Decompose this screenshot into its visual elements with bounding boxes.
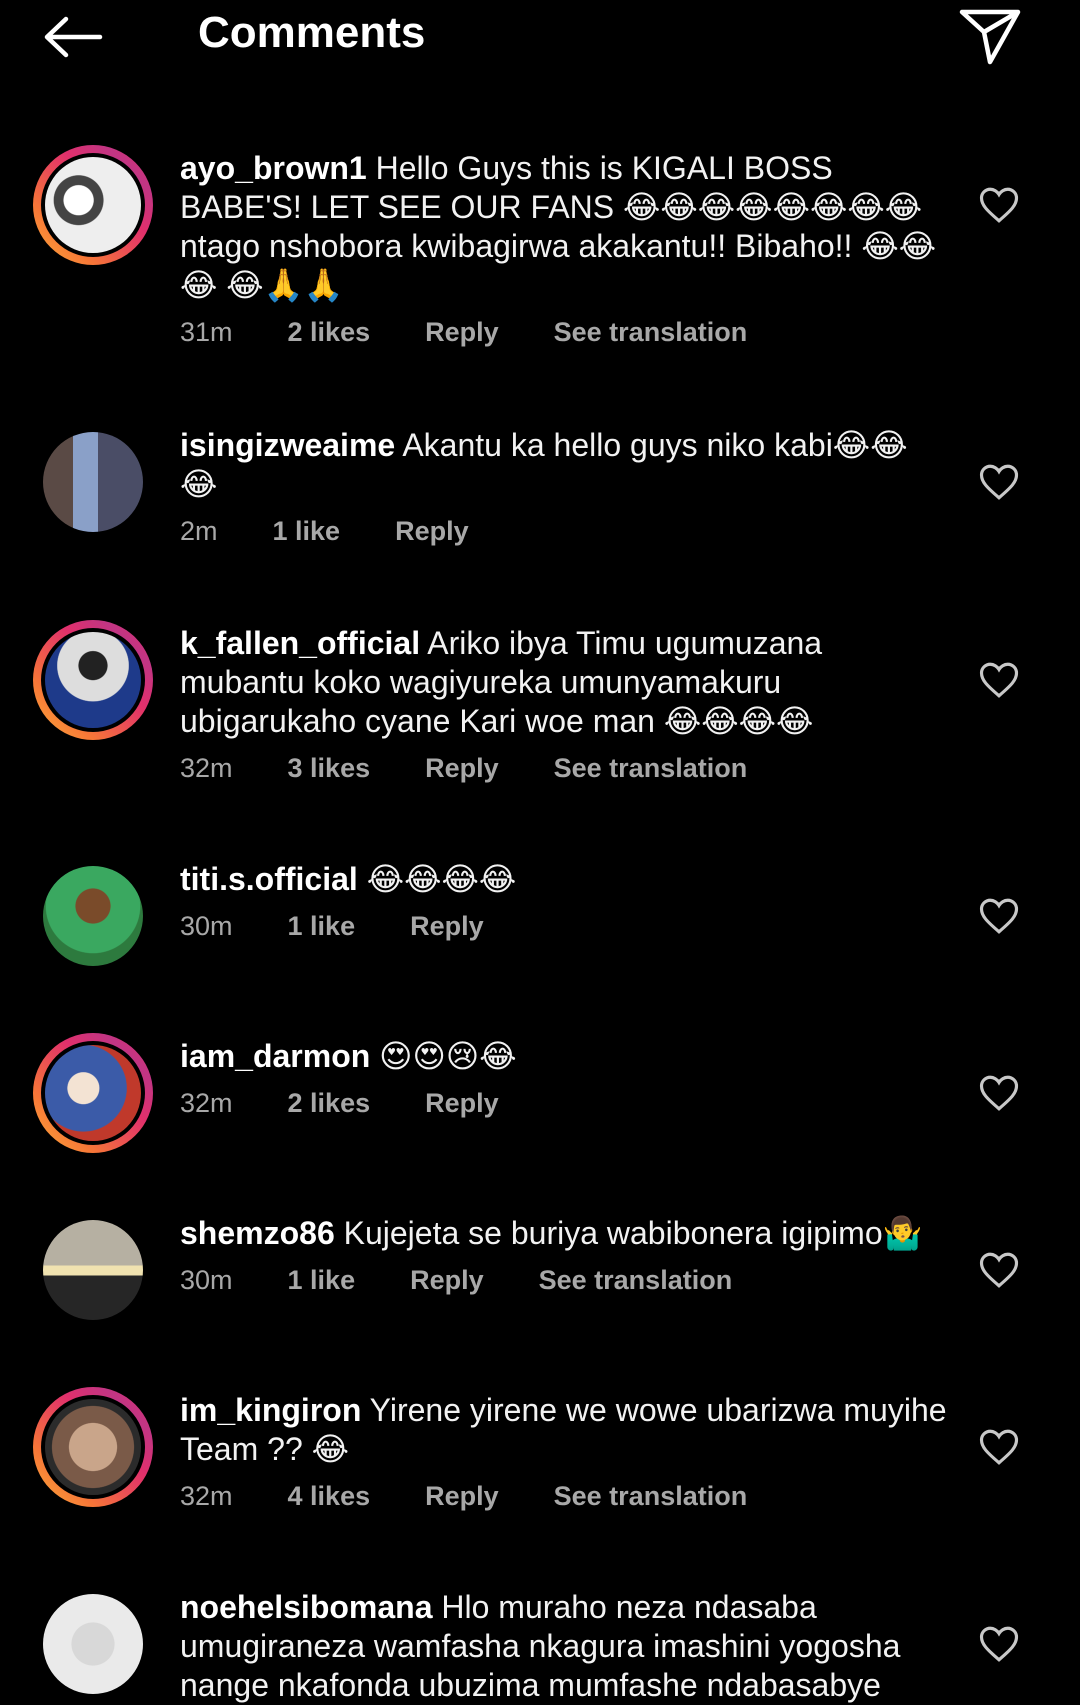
comment-meta: 2m 1 like Reply [180, 516, 950, 547]
page-title: Comments [198, 8, 426, 57]
avatar [43, 1220, 143, 1320]
reply-button[interactable]: Reply [425, 1481, 499, 1512]
comment-username[interactable]: k_fallen_official [180, 625, 420, 661]
see-translation-button[interactable]: See translation [554, 1481, 748, 1512]
heart-icon[interactable] [978, 1624, 1020, 1664]
comment-meta: 32m 3 likes Reply See translation [180, 753, 950, 784]
reply-button[interactable]: Reply [425, 1088, 499, 1119]
comment-username[interactable]: titi.s.official [180, 861, 358, 897]
heart-icon[interactable] [978, 462, 1020, 502]
avatar-story-ring[interactable] [33, 1387, 153, 1507]
reply-button[interactable]: Reply [410, 1265, 484, 1296]
see-translation-button[interactable]: See translation [554, 753, 748, 784]
avatar [45, 1045, 141, 1141]
likes-count[interactable]: 1 like [288, 911, 356, 942]
comment-text: titi.s.official 😂😂😂😂 [180, 861, 517, 897]
heart-icon[interactable] [978, 185, 1020, 225]
avatar-container[interactable] [33, 856, 153, 976]
comment-time: 30m [180, 911, 233, 941]
comment-time: 30m [180, 1265, 233, 1295]
comment-meta: 32m 2 likes Reply [180, 1088, 950, 1119]
reply-button[interactable]: Reply [395, 516, 469, 547]
reply-button[interactable]: Reply [425, 317, 499, 348]
likes-count[interactable]: 2 likes [288, 1088, 371, 1119]
reply-button[interactable]: Reply [425, 753, 499, 784]
avatar [43, 432, 143, 532]
comment-time: 32m [180, 1088, 233, 1118]
comment-time: 31m [180, 317, 233, 347]
avatar-story-ring[interactable] [33, 145, 153, 265]
heart-icon[interactable] [978, 1250, 1020, 1290]
comment-text: isingizweaime Akantu ka hello guys niko … [180, 427, 908, 502]
back-button[interactable] [42, 12, 112, 62]
header-bar: Comments [0, 0, 1080, 90]
avatar-story-ring[interactable] [33, 620, 153, 740]
comment-time: 32m [180, 753, 233, 783]
heart-icon[interactable] [978, 660, 1020, 700]
share-button[interactable] [958, 6, 1022, 66]
comment-username[interactable]: shemzo86 [180, 1215, 335, 1251]
heart-icon[interactable] [978, 1427, 1020, 1467]
avatar-container[interactable] [33, 1584, 153, 1704]
heart-icon[interactable] [978, 896, 1020, 936]
comment-text: ayo_brown1 Hello Guys this is KIGALI BOS… [180, 150, 937, 303]
avatar-story-ring[interactable] [33, 1033, 153, 1153]
avatar-container[interactable] [33, 422, 153, 542]
see-translation-button[interactable]: See translation [539, 1265, 733, 1296]
likes-count[interactable]: 4 likes [288, 1481, 371, 1512]
comment-meta: 31m 2 likes Reply See translation [180, 317, 950, 348]
reply-button[interactable]: Reply [410, 911, 484, 942]
likes-count[interactable]: 3 likes [288, 753, 371, 784]
comment-time: 32m [180, 1481, 233, 1511]
likes-count[interactable]: 2 likes [288, 317, 371, 348]
avatar [45, 157, 141, 253]
comment-text: k_fallen_official Ariko ibya Timu ugumuz… [180, 625, 823, 739]
comment-username[interactable]: ayo_brown1 [180, 150, 367, 186]
avatar [43, 866, 143, 966]
avatar-container[interactable] [33, 1210, 153, 1330]
avatar [45, 1399, 141, 1495]
comment-time: 2m [180, 516, 218, 546]
see-translation-button[interactable]: See translation [554, 317, 748, 348]
heart-icon[interactable] [978, 1073, 1020, 1113]
paper-plane-icon [959, 9, 1021, 65]
avatar [45, 632, 141, 728]
comment-meta: 30m 1 like Reply See translation [180, 1265, 950, 1296]
likes-count[interactable]: 1 like [288, 1265, 356, 1296]
likes-count[interactable]: 1 like [273, 516, 341, 547]
comment-text: noehelsibomana Hlo muraho neza ndasaba u… [180, 1589, 901, 1703]
comment-text: shemzo86 Kujejeta se buriya wabibonera i… [180, 1215, 923, 1251]
comment-username[interactable]: iam_darmon [180, 1038, 370, 1074]
arrow-left-icon [44, 16, 103, 58]
comment-username[interactable]: im_kingiron [180, 1392, 361, 1428]
comment-text: im_kingiron Yirene yirene we wowe ubariz… [180, 1392, 947, 1467]
avatar [43, 1594, 143, 1694]
comment-meta: 32m 4 likes Reply See translation [180, 1481, 950, 1512]
comment-username[interactable]: noehelsibomana [180, 1589, 433, 1625]
comment-meta: 30m 1 like Reply [180, 911, 950, 942]
comment-username[interactable]: isingizweaime [180, 427, 395, 463]
comment-text: iam_darmon 😍😍😢😂 [180, 1038, 517, 1074]
